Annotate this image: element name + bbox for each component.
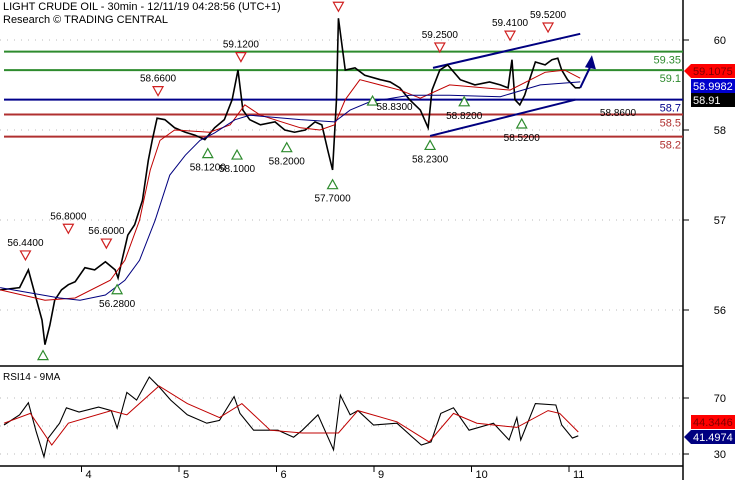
marker-label: 59.2500 — [422, 30, 459, 41]
support-marker-icon — [36, 349, 50, 361]
rsi-tick-label: 30 — [714, 449, 726, 461]
marker-label: 58.5200 — [504, 133, 541, 144]
price-tick-label: 56 — [714, 305, 726, 317]
resistance-marker-icon — [542, 22, 555, 34]
support-marker-icon — [515, 117, 528, 129]
time-tick-label: 11 — [573, 469, 584, 480]
price-series-line — [0, 18, 581, 345]
rsi-badge-label: 44.3446 — [693, 417, 733, 429]
level-label: 58.2 — [660, 140, 681, 152]
time-tick-label: 9 — [378, 469, 384, 480]
resistance-marker-icon — [62, 223, 75, 235]
marker-label: 56.6000 — [88, 226, 125, 237]
marker-label: 58.8300 — [376, 102, 413, 113]
support-marker-icon — [201, 147, 214, 159]
badge-pointer-icon — [684, 64, 691, 78]
time-tick-label: 6 — [281, 469, 287, 480]
time-tick-label: 4 — [86, 469, 92, 480]
resistance-marker-icon — [332, 1, 345, 13]
level-label: 59.1 — [660, 73, 681, 85]
price-badge-label: 58.9982 — [693, 81, 733, 93]
channel-annotation-label: 58.8600 — [600, 108, 637, 119]
price-tick-label: 58 — [714, 125, 726, 137]
level-label: 59.35 — [653, 55, 681, 67]
price-chart: 6058575659.3559.158.758.558.256.440056.8… — [0, 0, 735, 480]
marker-label: 56.4400 — [7, 238, 44, 249]
marker-label: 58.1000 — [219, 164, 256, 175]
marker-label: 58.8200 — [446, 111, 483, 122]
resistance-marker-icon — [504, 30, 517, 42]
chart-header: LIGHT CRUDE OIL - 30min - 12/11/19 04:28… — [3, 1, 281, 27]
level-label: 58.7 — [660, 103, 681, 115]
resistance-marker-icon — [152, 86, 165, 97]
resistance-marker-icon — [19, 250, 32, 262]
chart-title: LIGHT CRUDE OIL - 30min - 12/11/19 04:28… — [3, 1, 281, 13]
rsi-tick-label: 70 — [714, 393, 726, 405]
support-marker-icon — [458, 95, 471, 107]
price-tick-label: 57 — [714, 215, 726, 227]
marker-label: 56.2800 — [99, 299, 136, 310]
chart-subtitle: Research © TRADING CENTRAL — [3, 14, 168, 26]
marker-label: 59.1200 — [223, 40, 260, 51]
support-marker-icon — [231, 148, 244, 160]
support-marker-icon — [280, 141, 293, 153]
price-tick-label: 60 — [714, 35, 726, 47]
marker-label: 58.2300 — [412, 154, 449, 165]
level-label: 58.5 — [660, 117, 681, 129]
forecast-arrow-icon — [584, 55, 596, 70]
resistance-marker-icon — [100, 238, 113, 250]
marker-label: 59.5200 — [530, 10, 567, 21]
price-badge-label: 59.1075 — [693, 66, 733, 78]
moving-average-line — [0, 69, 581, 301]
resistance-marker-icon — [234, 51, 247, 63]
badge-pointer-icon — [684, 430, 691, 444]
price-badge-label: 58.91 — [693, 95, 721, 107]
time-tick-label: 10 — [476, 469, 488, 480]
support-marker-icon — [326, 178, 339, 190]
marker-label: 58.6600 — [140, 74, 177, 85]
rsi-title: RSI14 - 9MA — [3, 372, 61, 383]
time-tick-label: 5 — [183, 469, 189, 480]
marker-label: 58.2000 — [269, 157, 306, 168]
rsi-badge-label: 41.4974 — [693, 432, 733, 444]
marker-label: 59.4100 — [492, 18, 529, 29]
support-marker-icon — [424, 139, 437, 151]
marker-label: 57.7000 — [314, 194, 351, 205]
marker-label: 56.8000 — [50, 211, 87, 222]
